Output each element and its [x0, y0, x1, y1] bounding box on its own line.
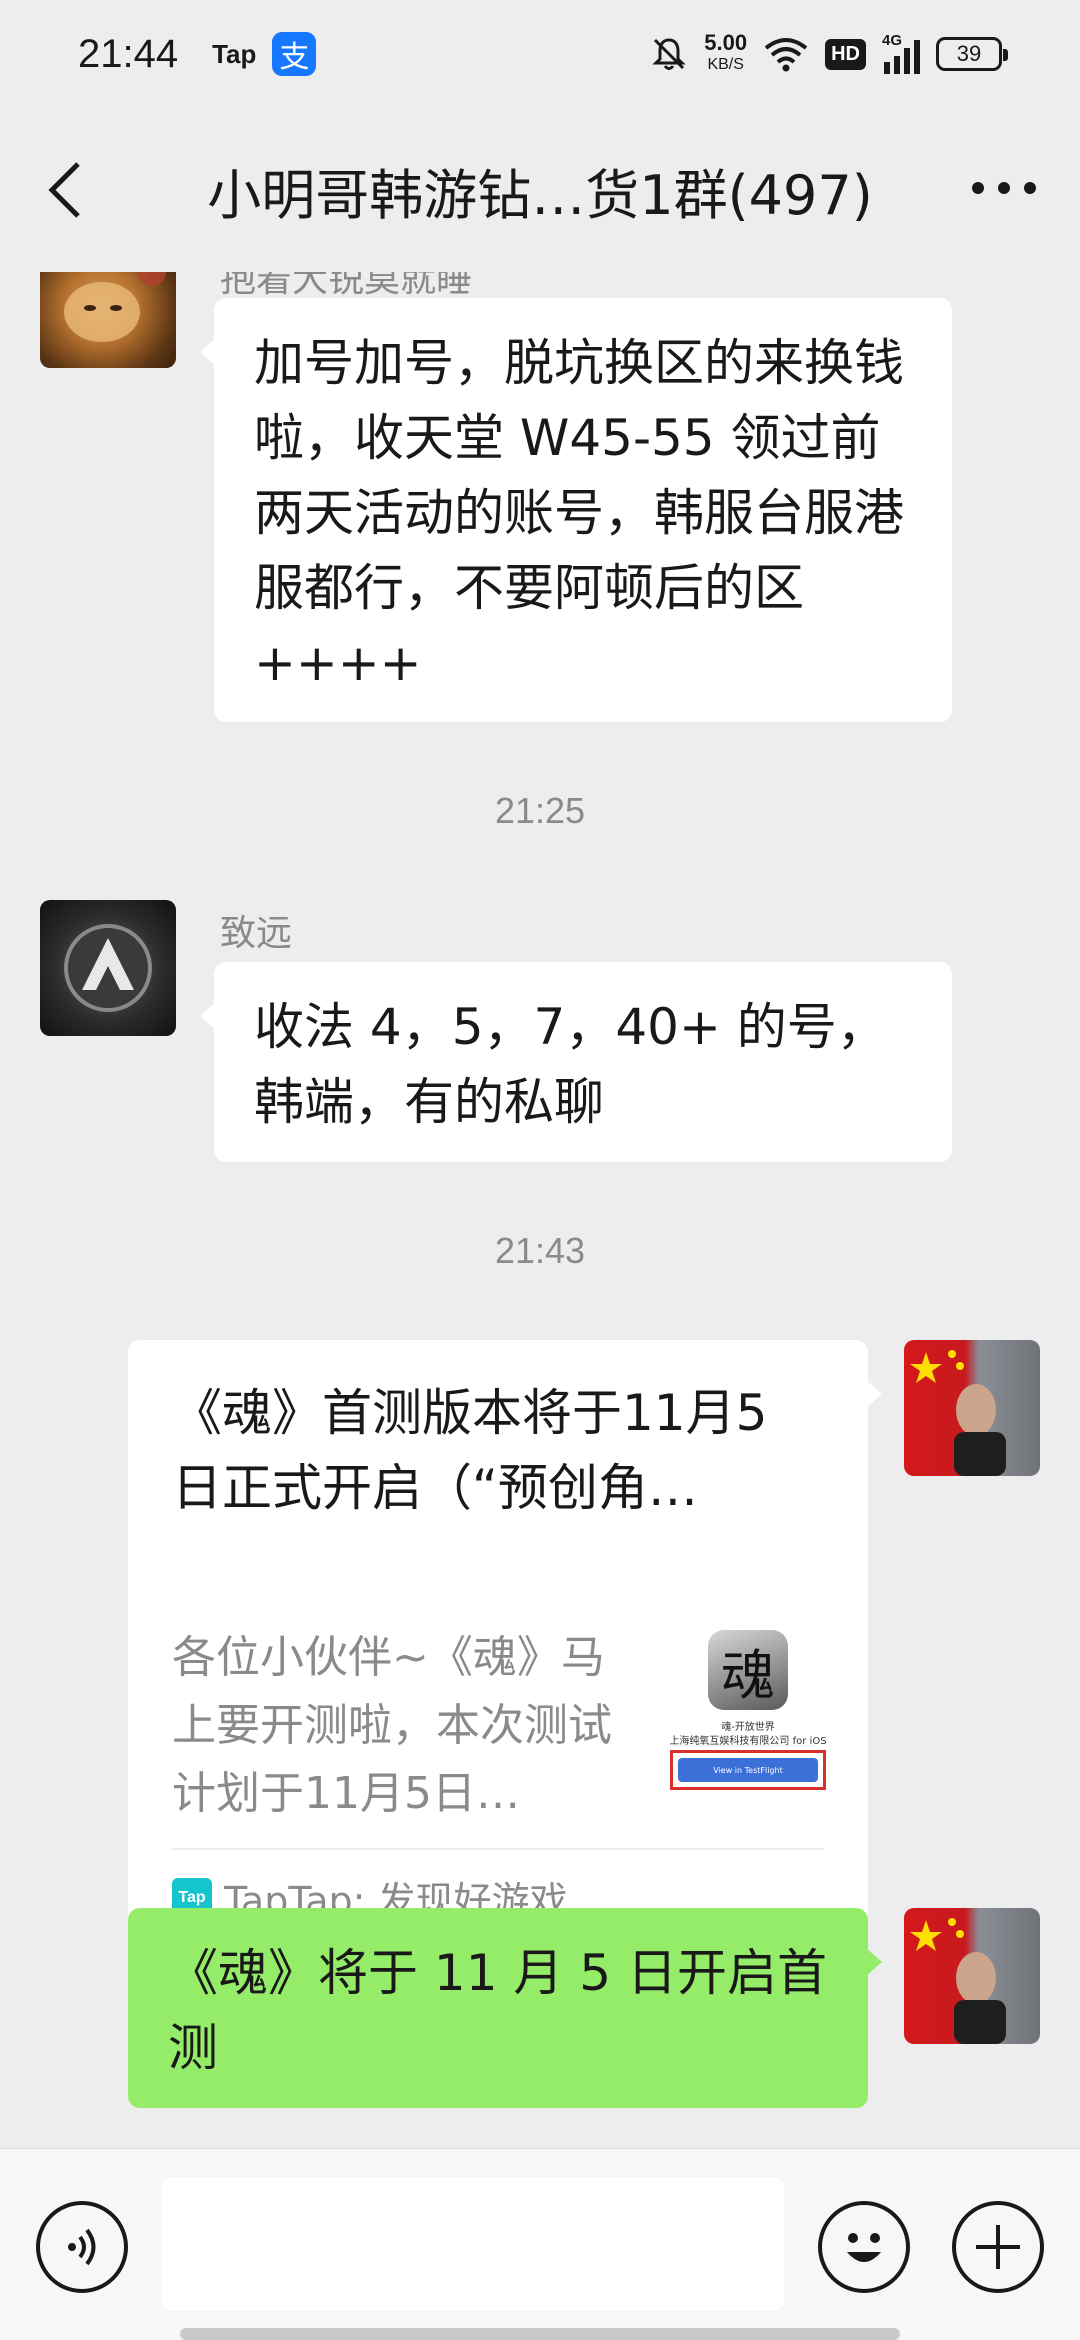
taptap-notification-icon: Tap — [212, 38, 257, 69]
message-text: 《魂》将于 11 月 5 日开启首测 — [168, 1944, 828, 2077]
status-bar: 21:44 Tap 支 5.00 KB/S HD 4G 39 — [0, 0, 1080, 108]
message-text: 收法 4，5，7，40+ 的号，韩端，有的私聊 — [254, 998, 887, 1131]
chevron-left-icon[interactable] — [40, 158, 100, 222]
chat-title: 小明哥韩游钻…货1群(497) — [207, 163, 873, 227]
timestamp: 21:25 — [494, 790, 586, 831]
hd-voice-icon: HD — [825, 38, 866, 70]
wifi-icon — [764, 38, 808, 72]
timestamp: 21:43 — [494, 1230, 586, 1271]
more-dots-icon[interactable] — [972, 182, 1036, 194]
card-description: 各位小伙伴~《魂》马上要开测啦，本次测试计划于11月5日… — [172, 1632, 612, 1819]
alipay-notification-icon: 支 — [272, 32, 317, 76]
battery-icon: 39 — [936, 37, 1008, 71]
emoji-icon[interactable] — [818, 2201, 910, 2293]
cellular-signal-icon: 4G — [882, 32, 920, 74]
network-speed: 5.00 KB/S — [704, 32, 747, 76]
status-indicators: 5.00 KB/S HD 4G 39 — [650, 32, 1008, 76]
avatar[interactable] — [40, 272, 176, 368]
divider — [172, 1848, 824, 1850]
thumb-app-name: 魂-开放世界 — [721, 1722, 775, 1733]
network-speed-unit: KB/S — [707, 56, 744, 73]
avatar[interactable] — [40, 900, 176, 1036]
thumb-testflight-button: View in TestFlight — [678, 1758, 818, 1782]
message-list[interactable]: 抱着大锐莫就睡 加号加号，脱坑换区的来换钱啦，收天堂 W45-55 领过前两天活… — [0, 272, 1080, 2148]
mute-bell-icon — [652, 38, 686, 70]
network-type: 4G — [882, 32, 903, 49]
sender-name: 致远 — [220, 913, 293, 954]
app-icon: 魂 — [708, 1630, 788, 1710]
network-speed-value: 5.00 — [704, 30, 748, 55]
avatar[interactable] — [904, 1908, 1040, 2044]
link-card[interactable]: 《魂》首测版本将于11月5日正式开启（“预创角… 各位小伙伴~《魂》马上要开测啦… — [128, 1340, 882, 1936]
thumb-highlight: View in TestFlight — [670, 1750, 826, 1790]
input-bar — [0, 2148, 1080, 2340]
message-text: 加号加号，脱坑换区的来换钱啦，收天堂 W45-55 领过前两天活动的账号，韩服台… — [254, 334, 904, 692]
plus-icon[interactable] — [952, 2201, 1044, 2293]
avatar[interactable] — [904, 1340, 1040, 1476]
thumb-developer: 上海纯氧互娱科技有限公司 for iOS — [669, 1736, 827, 1747]
message-bubble[interactable]: 《魂》将于 11 月 5 日开启首测 — [128, 1908, 882, 2108]
status-time: 21:44 — [78, 31, 179, 76]
chat-header: 小明哥韩游钻…货1群(497) — [0, 108, 1080, 272]
home-indicator[interactable] — [180, 2328, 900, 2340]
message-input[interactable] — [162, 2177, 784, 2311]
card-thumbnail: 魂 魂-开放世界 上海纯氧互娱科技有限公司 for iOS View in Te… — [658, 1630, 838, 1820]
message-bubble[interactable]: 加号加号，脱坑换区的来换钱啦，收天堂 W45-55 领过前两天活动的账号，韩服台… — [200, 298, 952, 722]
card-title: 《魂》首测版本将于11月5日正式开启（“预创角… — [172, 1384, 768, 1517]
message-bubble[interactable]: 收法 4，5，7，40+ 的号，韩端，有的私聊 — [200, 962, 952, 1162]
voice-icon[interactable] — [36, 2201, 128, 2293]
